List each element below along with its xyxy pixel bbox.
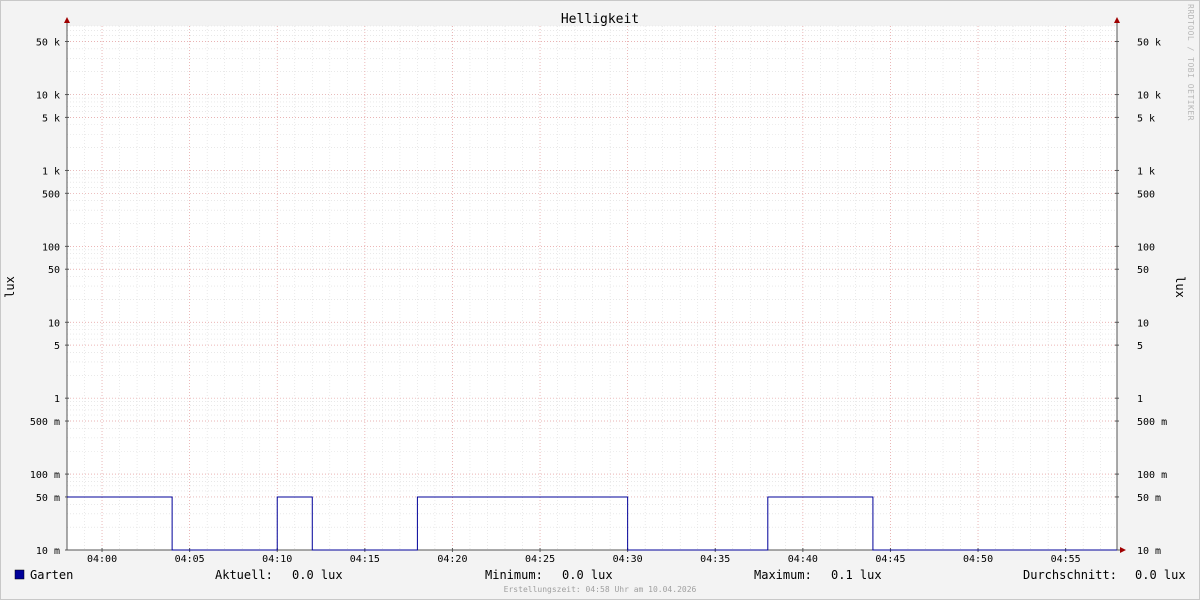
x-tick-label: 04:20: [437, 554, 467, 565]
y-tick-label-left: 50 k: [36, 37, 60, 48]
legend-avg-value: 0.0 lux: [1135, 568, 1186, 582]
y-axis-label-left: lux: [3, 276, 17, 298]
y-tick-label-right: 1 k: [1137, 166, 1155, 177]
x-tick-label: 04:45: [875, 554, 905, 565]
x-tick-label: 04:25: [525, 554, 555, 565]
legend-avg-label: Durchschnitt:: [1023, 568, 1117, 582]
y-tick-label-left: 5 k: [42, 113, 60, 124]
x-tick-label: 04:10: [262, 554, 292, 565]
x-axis-arrow: [1120, 547, 1126, 553]
legend-current-label: Aktuell:: [215, 568, 273, 582]
legend-max-value: 0.1 lux: [831, 568, 882, 582]
y-tick-label-left: 10 k: [36, 91, 60, 102]
y-tick-label-right: 50 m: [1137, 493, 1161, 504]
y-tick-label-right: 500 m: [1137, 417, 1167, 428]
y-tick-label-left: 500 m: [30, 417, 60, 428]
legend-min-value: 0.0 lux: [562, 568, 613, 582]
y-tick-label-right: 1: [1137, 394, 1143, 405]
legend-current-value: 0.0 lux: [292, 568, 343, 582]
y-tick-label-right: 10 k: [1137, 91, 1161, 102]
x-tick-label: 04:35: [700, 554, 730, 565]
x-tick-label: 04:05: [175, 554, 205, 565]
y-tick-label-right: 5: [1137, 341, 1143, 352]
y-tick-label-left: 1 k: [42, 166, 60, 177]
chart: 50 k 50 k10 k 10 k5 k5 k1 k1 k500 500100 100…: [3, 4, 1195, 594]
y-tick-label-right: 50 k: [1137, 37, 1161, 48]
y-tick-label-left: 100: [42, 242, 60, 253]
y-tick-label-left: 50 m: [36, 493, 60, 504]
y-tick-label-left: 5: [54, 341, 60, 352]
y-tick-label-left: 500: [42, 189, 60, 200]
x-tick-label: 04:50: [963, 554, 993, 565]
x-tick-label: 04:15: [350, 554, 380, 565]
y-tick-label-left: 10: [48, 318, 60, 329]
x-tick-label: 04:00: [87, 554, 117, 565]
creation-time-footer: Erstellungszeit: 04:58 Uhr am 10.04.2026: [504, 585, 697, 594]
y-tick-label-right: 10: [1137, 318, 1149, 329]
y-tick-label-right: 50: [1137, 265, 1149, 276]
x-tick-label: 04:40: [788, 554, 818, 565]
y-tick-label-left: 100 m: [30, 470, 60, 481]
legend-swatch: [14, 569, 25, 580]
y-axis-label-right: lux: [1173, 276, 1187, 298]
y-axis-arrow-left: [64, 17, 70, 23]
y-tick-label-left: 10 m: [36, 546, 60, 557]
y-tick-label-left: 50: [48, 265, 60, 276]
legend-series-name: Garten: [30, 568, 73, 582]
legend-min-label: Minimum:: [485, 568, 543, 582]
y-tick-label-right: 10 m: [1137, 546, 1161, 557]
chart-title: Helligkeit: [561, 12, 639, 27]
y-tick-label-right: 500: [1137, 189, 1155, 200]
legend-max-label: Maximum:: [754, 568, 812, 582]
y-tick-label-right: 100: [1137, 242, 1155, 253]
x-tick-label: 04:55: [1051, 554, 1081, 565]
y-tick-label-left: 1: [54, 394, 60, 405]
watermark: RRDTOOL / TOBI OETIKER: [1186, 4, 1195, 121]
y-axis-arrow-right: [1114, 17, 1120, 23]
x-tick-label: 04:30: [613, 554, 643, 565]
y-tick-label-right: 5 k: [1137, 113, 1155, 124]
y-tick-label-right: 100 m: [1137, 470, 1167, 481]
